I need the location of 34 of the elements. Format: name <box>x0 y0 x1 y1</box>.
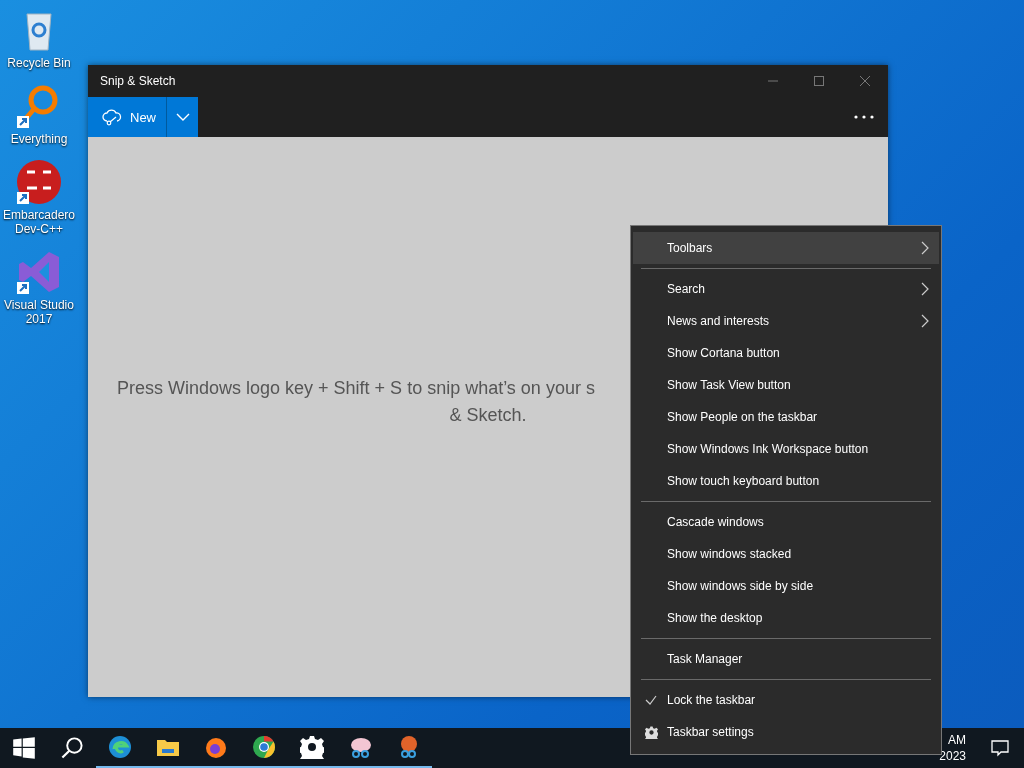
chevron-down-icon <box>175 113 190 121</box>
menu-item[interactable]: Show Windows Ink Workspace button <box>633 433 939 465</box>
menu-item[interactable]: Cascade windows <box>633 506 939 538</box>
menu-item[interactable]: Show Task View button <box>633 369 939 401</box>
menu-item[interactable]: Show Cortana button <box>633 337 939 369</box>
new-button[interactable]: New <box>88 97 166 137</box>
desktop-icon-label[interactable]: Everything <box>10 132 68 146</box>
chevron-right-icon <box>921 282 929 296</box>
clock-date[interactable]: 2023 <box>939 748 966 764</box>
menu-item[interactable]: Show windows side by side <box>633 570 939 602</box>
menu-item[interactable]: Show People on the taskbar <box>633 401 939 433</box>
desktop-icon-label[interactable]: Visual Studio 2017 <box>0 298 78 326</box>
instruction-text: & Sketch. <box>449 404 527 427</box>
clock-time[interactable]: AM <box>948 732 966 748</box>
desktop-icon-label[interactable]: Embarcadero Dev-C++ <box>0 208 78 236</box>
settings-icon <box>644 725 658 739</box>
menu-item[interactable]: Task Manager <box>633 643 939 675</box>
menu-item[interactable]: Show the desktop <box>633 602 939 634</box>
chevron-right-icon <box>921 314 929 328</box>
menu-item[interactable]: Search <box>633 273 939 305</box>
menu-item[interactable]: Taskbar settings <box>633 716 939 748</box>
window-title: Snip & Sketch <box>100 74 176 88</box>
cloud-scissors-icon <box>102 107 122 127</box>
menu-item[interactable]: Show windows stacked <box>633 538 939 570</box>
instruction-text: Press Windows logo key + Shift + S to snip what’s on your s <box>117 377 595 400</box>
desktop-icon-label[interactable]: Recycle Bin <box>7 56 71 70</box>
menu-item[interactable]: Show touch keyboard button <box>633 465 939 497</box>
menu-item[interactable]: News and interests <box>633 305 939 337</box>
more-options-icon[interactable] <box>854 115 874 119</box>
chevron-right-icon <box>921 241 929 255</box>
menu-item[interactable]: Lock the taskbar <box>633 684 939 716</box>
dropdown-button[interactable] <box>166 97 198 137</box>
menu-item[interactable]: Toolbars <box>633 232 939 264</box>
circle-app-icon[interactable] <box>15 158 63 206</box>
